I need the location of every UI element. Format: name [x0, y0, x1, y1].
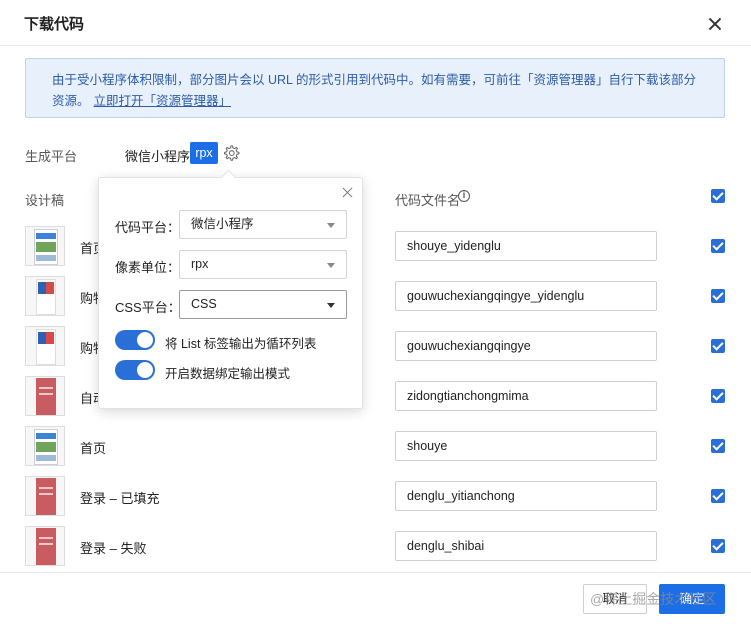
download-code-dialog: 下载代码 由于受小程序体积限制，部分图片会以 URL 的形式引用到代码中。如有需…	[0, 0, 751, 624]
pixel-unit-label: 像素单位：	[115, 260, 181, 275]
filename-input[interactable]: zidongtianchongmima	[395, 381, 657, 411]
row-checkbox[interactable]	[711, 539, 725, 553]
code-platform-select[interactable]: 微信小程序	[179, 210, 347, 239]
design-thumbnail	[25, 226, 65, 266]
data-binding-toggle[interactable]	[115, 360, 155, 380]
select-all-checkbox[interactable]	[711, 189, 725, 203]
design-thumbnail	[25, 376, 65, 416]
design-thumbnail	[25, 326, 65, 366]
css-platform-value: CSS	[191, 297, 217, 311]
list-loop-toggle-label: 将 List 标签输出为循环列表	[165, 337, 317, 351]
popover-arrow	[220, 169, 237, 186]
design-thumbnail	[25, 276, 65, 316]
row-checkbox[interactable]	[711, 439, 725, 453]
chevron-down-icon	[327, 263, 335, 268]
info-icon[interactable]: i	[458, 190, 470, 202]
code-platform-value: 微信小程序	[191, 217, 254, 231]
filename-input[interactable]: denglu_yitianchong	[395, 481, 657, 511]
css-platform-label: CSS平台：	[115, 300, 181, 315]
row-checkbox[interactable]	[711, 239, 725, 253]
close-icon[interactable]	[340, 185, 356, 201]
filename-input[interactable]: gouwuchexiangqingye_yidenglu	[395, 281, 657, 311]
row-checkbox[interactable]	[711, 389, 725, 403]
list-loop-toggle[interactable]	[115, 330, 155, 350]
gear-icon[interactable]	[222, 144, 240, 162]
design-thumbnail	[25, 426, 65, 466]
design-thumbnail	[25, 526, 65, 566]
pixel-unit-select[interactable]: rpx	[179, 250, 347, 279]
code-platform-label: 代码平台：	[115, 220, 181, 235]
data-binding-toggle-label: 开启数据绑定输出模式	[165, 367, 291, 381]
filename-column-header: 代码文件名	[395, 193, 461, 208]
watermark: @稀土掘金技术社区	[590, 591, 717, 607]
open-resource-manager-link[interactable]: 立即打开「资源管理器」	[94, 94, 232, 108]
notice-banner: 由于受小程序体积限制，部分图片会以 URL 的形式引用到代码中。如有需要，可前往…	[25, 58, 725, 118]
dialog-header: 下载代码	[0, 0, 751, 46]
chevron-down-icon	[327, 303, 335, 308]
design-thumbnail	[25, 476, 65, 516]
design-name: 登录 – 失败	[80, 541, 147, 556]
platform-label: 生成平台	[25, 149, 78, 164]
filename-input[interactable]: shouye	[395, 431, 657, 461]
dialog-title: 下载代码	[24, 16, 85, 33]
unit-tag: rpx	[190, 142, 218, 164]
row-checkbox[interactable]	[711, 339, 725, 353]
filename-input[interactable]: shouye_yidenglu	[395, 231, 657, 261]
design-column-header: 设计稿	[25, 193, 65, 208]
design-name: 登录 – 已填充	[80, 491, 160, 506]
filename-input[interactable]: denglu_shibai	[395, 531, 657, 561]
design-name: 首页	[80, 441, 107, 456]
filename-input[interactable]: gouwuchexiangqingye	[395, 331, 657, 361]
chevron-down-icon	[327, 223, 335, 228]
pixel-unit-value: rpx	[191, 257, 209, 271]
platform-settings-popover: 代码平台： 微信小程序 像素单位： rpx CSS平台： CSS 将 List …	[98, 169, 363, 409]
css-platform-select[interactable]: CSS	[179, 290, 347, 319]
platform-value: 微信小程序	[125, 149, 191, 164]
row-checkbox[interactable]	[711, 489, 725, 503]
row-checkbox[interactable]	[711, 289, 725, 303]
close-icon[interactable]	[703, 12, 727, 36]
